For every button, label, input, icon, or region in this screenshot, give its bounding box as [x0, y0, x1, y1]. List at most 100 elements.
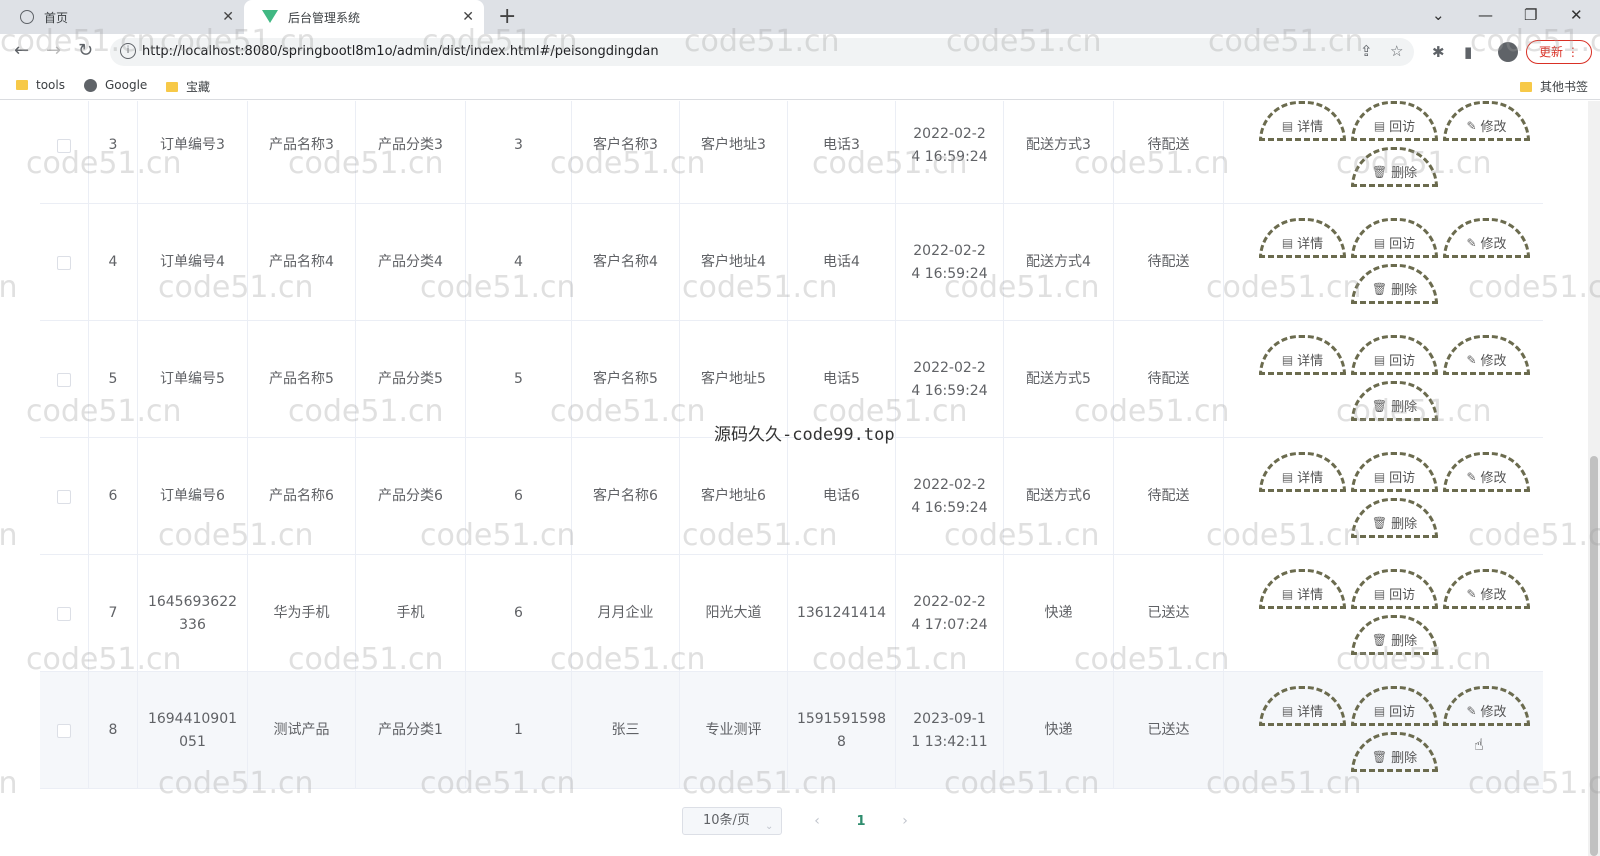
- cell-status: 已送达: [1114, 672, 1224, 789]
- cell-customer: 客户名称4: [572, 204, 680, 321]
- detail-button[interactable]: ▤ 详情: [1259, 686, 1346, 726]
- delete-button[interactable]: 🗑 删除: [1351, 732, 1438, 772]
- table-row: 7 1645693622336 华为手机 手机 6 月月企业 阳光大道 1361241414 2…: [40, 555, 1543, 672]
- row-checkbox[interactable]: [40, 555, 89, 672]
- cell-category-text: 产品分类3: [378, 137, 443, 153]
- revisit-button[interactable]: ▤ 回访: [1351, 452, 1438, 492]
- cell-customer: 客户名称6: [572, 438, 680, 555]
- cell-product-name: 华为手机: [248, 555, 356, 672]
- detail-button[interactable]: ▤ 详情: [1259, 101, 1346, 141]
- detail-button[interactable]: ▤ 详情: [1259, 452, 1346, 492]
- tab-search-icon[interactable]: ⌄: [1432, 6, 1445, 24]
- forward-icon[interactable]: →: [46, 40, 61, 61]
- next-page-button[interactable]: ›: [890, 813, 920, 829]
- cell-index-text: 5: [108, 371, 118, 387]
- cell-customer-text: 客户名称6: [593, 488, 658, 504]
- bookmark-tools[interactable]: tools: [16, 78, 65, 92]
- row-checkbox-input[interactable]: [57, 489, 71, 504]
- profile-avatar[interactable]: [1498, 42, 1518, 62]
- cell-quantity-text: 1: [514, 722, 523, 738]
- edit-button[interactable]: ✎ 修改: [1443, 686, 1530, 726]
- close-tab-icon[interactable]: ✕: [462, 9, 474, 25]
- bookmark-other[interactable]: 其他书签: [1520, 78, 1588, 95]
- row-checkbox-input[interactable]: [57, 606, 71, 621]
- update-button[interactable]: 更新 ⋮: [1526, 40, 1592, 64]
- cell-customer-text: 客户名称5: [593, 371, 658, 387]
- url-input[interactable]: i http://localhost:8080/springbootl8m1o/…: [110, 38, 1414, 66]
- row-checkbox-input[interactable]: [57, 138, 71, 153]
- revisit-button[interactable]: ▤ 回访: [1351, 335, 1438, 375]
- cell-index: 6: [89, 438, 138, 555]
- cell-index: 7: [89, 555, 138, 672]
- minimize-button[interactable]: —: [1478, 6, 1493, 24]
- revisit-button[interactable]: ▤ 回访: [1351, 101, 1438, 141]
- back-icon[interactable]: ←: [14, 40, 29, 61]
- detail-button[interactable]: ▤ 详情: [1259, 335, 1346, 375]
- side-panel-icon[interactable]: ▮: [1464, 43, 1472, 61]
- edit-button[interactable]: ✎ 修改: [1443, 569, 1530, 609]
- edit-button[interactable]: ✎ 修改: [1443, 335, 1530, 375]
- delete-button[interactable]: 🗑 删除: [1351, 498, 1438, 538]
- cell-category: 产品分类1: [356, 672, 466, 789]
- share-icon[interactable]: ⇪: [1360, 42, 1373, 60]
- row-actions: ▤ 详情 ▤ 回访 ✎ 修改 🗑 删除: [1245, 204, 1543, 321]
- row-checkbox[interactable]: [40, 101, 89, 204]
- close-tab-icon[interactable]: ✕: [222, 9, 234, 25]
- tab-home[interactable]: 首页 ✕: [0, 0, 244, 34]
- row-checkbox[interactable]: [40, 438, 89, 555]
- row-checkbox-input[interactable]: [57, 372, 71, 387]
- revisit-button-label: 回访: [1389, 471, 1416, 486]
- document-icon: ▤: [1281, 703, 1294, 718]
- revisit-button[interactable]: ▤ 回访: [1351, 686, 1438, 726]
- detail-button-label: 详情: [1297, 588, 1324, 603]
- cell-time-text: 2022-02-24 17:07:24: [911, 593, 988, 633]
- row-checkbox[interactable]: [40, 672, 89, 789]
- vertical-scrollbar[interactable]: [1588, 101, 1600, 856]
- bookmark-label: tools: [36, 78, 65, 92]
- delete-button[interactable]: 🗑 删除: [1351, 615, 1438, 655]
- cell-delivery: 快递: [1004, 672, 1114, 789]
- restore-button[interactable]: ❐: [1524, 6, 1537, 24]
- cell-product-name-text: 产品名称6: [269, 488, 334, 504]
- edit-button[interactable]: ✎ 修改: [1443, 218, 1530, 258]
- cell-delivery-text: 配送方式5: [1026, 371, 1091, 387]
- site-info-icon[interactable]: i: [120, 43, 136, 59]
- cell-product-name: 测试产品: [248, 672, 356, 789]
- detail-button[interactable]: ▤ 详情: [1259, 569, 1346, 609]
- cell-delivery-text: 快递: [1044, 722, 1073, 738]
- cell-customer: 张三: [572, 672, 680, 789]
- vue-logo-icon: [262, 10, 278, 24]
- edit-button[interactable]: ✎ 修改: [1443, 101, 1530, 141]
- delete-button[interactable]: 🗑 删除: [1351, 381, 1438, 421]
- row-checkbox[interactable]: [40, 204, 89, 321]
- prev-page-button[interactable]: ‹: [802, 813, 832, 829]
- close-window-button[interactable]: ✕: [1570, 6, 1583, 24]
- edit-button[interactable]: ✎ 修改: [1443, 452, 1530, 492]
- bookmark-star-icon[interactable]: ☆: [1390, 42, 1403, 60]
- bookmark-google[interactable]: Google: [84, 78, 147, 92]
- delete-button[interactable]: 🗑 删除: [1351, 147, 1438, 187]
- page-number-current[interactable]: 1: [846, 814, 876, 829]
- delete-button-label: 删除: [1391, 283, 1418, 298]
- cell-category-text: 产品分类5: [378, 371, 443, 387]
- detail-button[interactable]: ▤ 详情: [1259, 218, 1346, 258]
- cell-order-no-text: 订单编号3: [160, 137, 225, 153]
- delete-button[interactable]: 🗑 删除: [1351, 264, 1438, 304]
- scrollbar-thumb[interactable]: [1590, 456, 1598, 856]
- revisit-button[interactable]: ▤ 回访: [1351, 218, 1438, 258]
- bookmark-treasure[interactable]: 宝藏: [166, 78, 210, 95]
- page-size-select[interactable]: 10条/页 ⌄: [682, 807, 782, 835]
- reload-icon[interactable]: ↻: [78, 40, 93, 61]
- revisit-button[interactable]: ▤ 回访: [1351, 569, 1438, 609]
- new-tab-button[interactable]: +: [498, 4, 516, 29]
- cell-time: 2022-02-24 16:59:24: [896, 438, 1004, 555]
- extensions-icon[interactable]: ✱: [1432, 43, 1445, 61]
- cell-index-text: 3: [108, 137, 118, 153]
- cell-address-text: 客户地址6: [701, 488, 766, 504]
- cell-phone: 15915915988: [788, 672, 896, 789]
- row-checkbox-input[interactable]: [57, 255, 71, 270]
- row-checkbox-input[interactable]: [57, 723, 71, 738]
- row-checkbox[interactable]: [40, 321, 89, 438]
- document-icon: ▤: [1373, 235, 1386, 250]
- tab-admin[interactable]: 后台管理系统 ✕: [244, 0, 484, 34]
